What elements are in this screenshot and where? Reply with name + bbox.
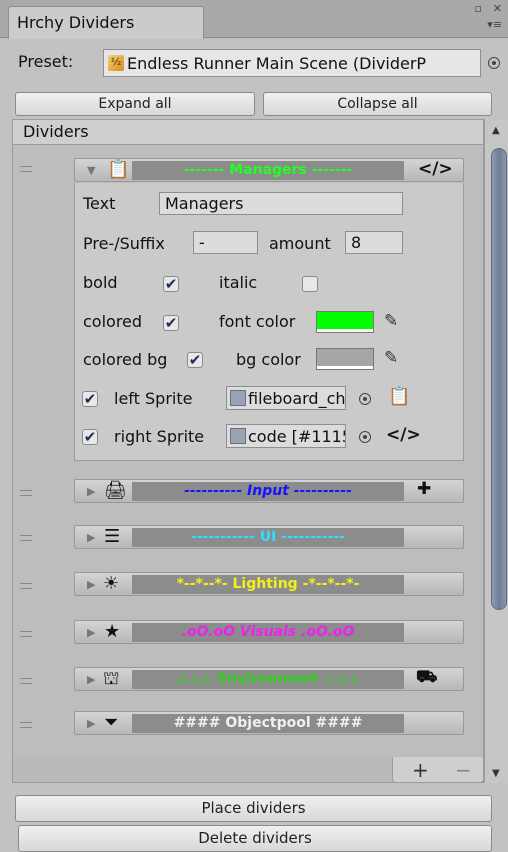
expand-all-button[interactable]: Expand all <box>15 92 255 116</box>
colored-label: colored <box>83 312 143 331</box>
bold-checkbox[interactable]: ✔ <box>163 276 179 292</box>
delete-dividers-button[interactable]: Delete dividers <box>18 825 492 852</box>
preset-value: Endless Runner Main Scene (DividerP <box>127 53 427 73</box>
code-icon: </> <box>386 425 421 445</box>
drag-handle-icon[interactable] <box>20 583 32 589</box>
italic-label: italic <box>219 273 258 292</box>
divider-label-lighting: *--*--*- Lighting -*--*--*- <box>132 575 404 594</box>
code-icon: </> <box>418 159 453 179</box>
scriptable-object-icon: ½ <box>108 55 124 71</box>
drag-handle-icon[interactable] <box>20 535 32 541</box>
foldout-collapsed-icon[interactable]: ▶ <box>87 485 95 498</box>
left-sprite-checkbox[interactable]: ✔ <box>82 391 98 407</box>
filter-icon: ⏷ <box>104 712 119 733</box>
text-input[interactable]: Managers <box>159 192 403 215</box>
bold-label: bold <box>83 273 118 292</box>
object-picker-icon[interactable] <box>359 431 371 443</box>
right-sprite-checkbox[interactable]: ✔ <box>82 429 98 445</box>
colored-bg-label: colored bg <box>83 350 168 369</box>
foldout-collapsed-icon[interactable]: ▶ <box>87 717 95 730</box>
scroll-thumb[interactable] <box>491 148 507 610</box>
add-item-button[interactable]: + <box>412 758 429 782</box>
object-picker-icon[interactable] <box>359 393 371 405</box>
colored-checkbox[interactable]: ✔ <box>163 315 179 331</box>
right-sprite-value: code [#1115 <box>248 426 346 446</box>
drag-handle-icon[interactable] <box>20 490 32 496</box>
foldout-collapsed-icon[interactable]: ▶ <box>87 531 95 544</box>
preset-object-field[interactable]: ½ Endless Runner Main Scene (DividerP <box>103 49 481 77</box>
collapse-all-button[interactable]: Collapse all <box>263 92 492 116</box>
star-icon: ★ <box>104 621 121 642</box>
left-sprite-label: left Sprite <box>114 389 193 408</box>
prefix-suffix-input[interactable]: - <box>193 231 258 254</box>
divider-label-ui: ----------- UI ----------- <box>132 528 404 547</box>
preset-label: Preset: <box>18 52 74 71</box>
italic-checkbox[interactable] <box>302 276 318 292</box>
prefix-suffix-label: Pre-/Suffix <box>83 234 165 253</box>
print-icon: 🖨 <box>104 480 127 501</box>
sprite-thumbnail-icon <box>230 428 246 444</box>
amount-input[interactable]: 8 <box>345 231 403 254</box>
colored-bg-checkbox[interactable]: ✔ <box>187 352 203 368</box>
foldout-expanded-icon[interactable]: ▼ <box>87 164 95 177</box>
sprite-thumbnail-icon <box>230 390 246 406</box>
object-picker-icon[interactable] <box>488 57 500 69</box>
scroll-up-arrow-icon[interactable]: ▲ <box>492 125 500 136</box>
font-color-label: font color <box>219 312 296 331</box>
scroll-down-arrow-icon[interactable]: ▼ <box>492 768 500 779</box>
sun-icon: ☀ <box>103 573 120 594</box>
drag-handle-icon[interactable] <box>20 678 32 684</box>
divider-label-input: ---------- Input ---------- <box>132 482 404 501</box>
right-sprite-field[interactable]: code [#1115 <box>226 424 346 448</box>
font-color-swatch[interactable] <box>316 311 374 333</box>
left-sprite-field[interactable]: fileboard_che <box>226 386 346 410</box>
tab-menu-icon[interactable]: ▾≡ <box>487 18 502 31</box>
bg-color-swatch[interactable] <box>316 348 374 370</box>
window-tab[interactable]: Hrchy Dividers <box>8 6 204 39</box>
divider-label-environment: .:.:.:. Environment .:.:.:. <box>132 670 404 689</box>
text-label: Text <box>83 194 116 213</box>
tab-title: Hrchy Dividers <box>17 13 135 32</box>
divider-label-managers: ------- Managers ------- <box>132 161 404 180</box>
list-icon: ☰ <box>104 526 121 547</box>
close-icon[interactable]: ✕ <box>493 2 502 15</box>
remove-item-button[interactable]: − <box>455 758 472 782</box>
left-sprite-value: fileboard_che <box>248 388 346 408</box>
eyedropper-icon[interactable]: ✎ <box>384 311 398 331</box>
divider-label-objectpool: #### Objectpool #### <box>132 714 404 733</box>
divider-label-visuals: .oO.oO Visuals .oO.oO <box>132 623 404 642</box>
dpad-icon: ✚ <box>417 479 432 499</box>
clipboard-icon: 📋 <box>107 159 130 180</box>
drag-handle-icon[interactable] <box>20 166 32 172</box>
pin-icon[interactable]: ▫ <box>475 2 482 15</box>
foldout-collapsed-icon[interactable]: ▶ <box>87 578 95 591</box>
drag-handle-icon[interactable] <box>20 722 32 728</box>
building-icon: ⛫ <box>103 668 120 689</box>
bg-color-label: bg color <box>236 350 301 369</box>
foldout-collapsed-icon[interactable]: ▶ <box>87 626 95 639</box>
clipboard-icon: 📋 <box>388 386 411 407</box>
list-header: Dividers <box>12 119 484 145</box>
amount-label: amount <box>269 234 331 253</box>
eyedropper-icon[interactable]: ✎ <box>384 348 398 368</box>
truck-icon: ⛟ <box>416 667 438 687</box>
right-sprite-label: right Sprite <box>114 427 205 446</box>
foldout-collapsed-icon[interactable]: ▶ <box>87 673 95 686</box>
place-dividers-button[interactable]: Place dividers <box>15 795 492 822</box>
drag-handle-icon[interactable] <box>20 631 32 637</box>
